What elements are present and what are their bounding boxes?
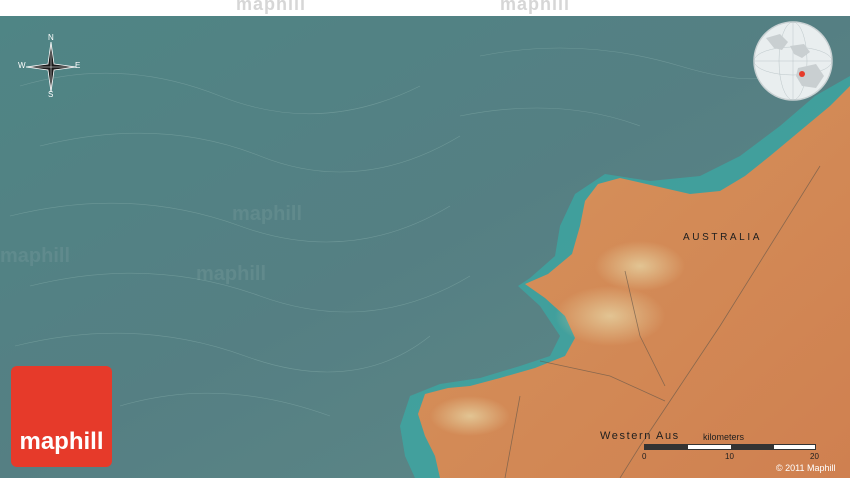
top-watermark-strip: maphill maphill [0,0,850,16]
watermark: maphill [196,263,267,285]
top-watermark: maphill [236,0,307,14]
sand-patch [430,396,510,436]
terrain-map[interactable] [0,16,850,478]
country-label: AUSTRALIA [683,232,762,243]
compass-west: W [18,61,26,70]
scale-tick-10: 10 [725,452,734,461]
scale-bar: kilometers 0 10 20 [636,432,832,462]
compass-south: S [48,90,54,99]
compass-rose: N S E W [18,33,84,100]
scale-tick-0: 0 [642,452,647,461]
scale-segment [645,445,688,449]
watermark: maphill [0,245,71,267]
map-view[interactable]: maphill maphill maphill maphill maphill … [0,0,850,478]
scale-segment [731,445,774,449]
scale-bar-graphic [644,444,816,450]
sand-patch [595,241,685,291]
scale-unit-label: kilometers [703,432,745,442]
watermark: maphill [232,203,303,225]
logo-text: maphill [19,428,104,455]
scale-tick-20: 20 [810,452,819,461]
sand-patch [555,286,665,346]
copyright-text: © 2011 Maphill [776,463,836,473]
compass-east: E [75,61,81,70]
maphill-logo[interactable]: maphill [11,366,112,467]
top-watermark: maphill [500,0,571,14]
locator-globe [753,21,833,101]
compass-north: N [48,33,54,42]
